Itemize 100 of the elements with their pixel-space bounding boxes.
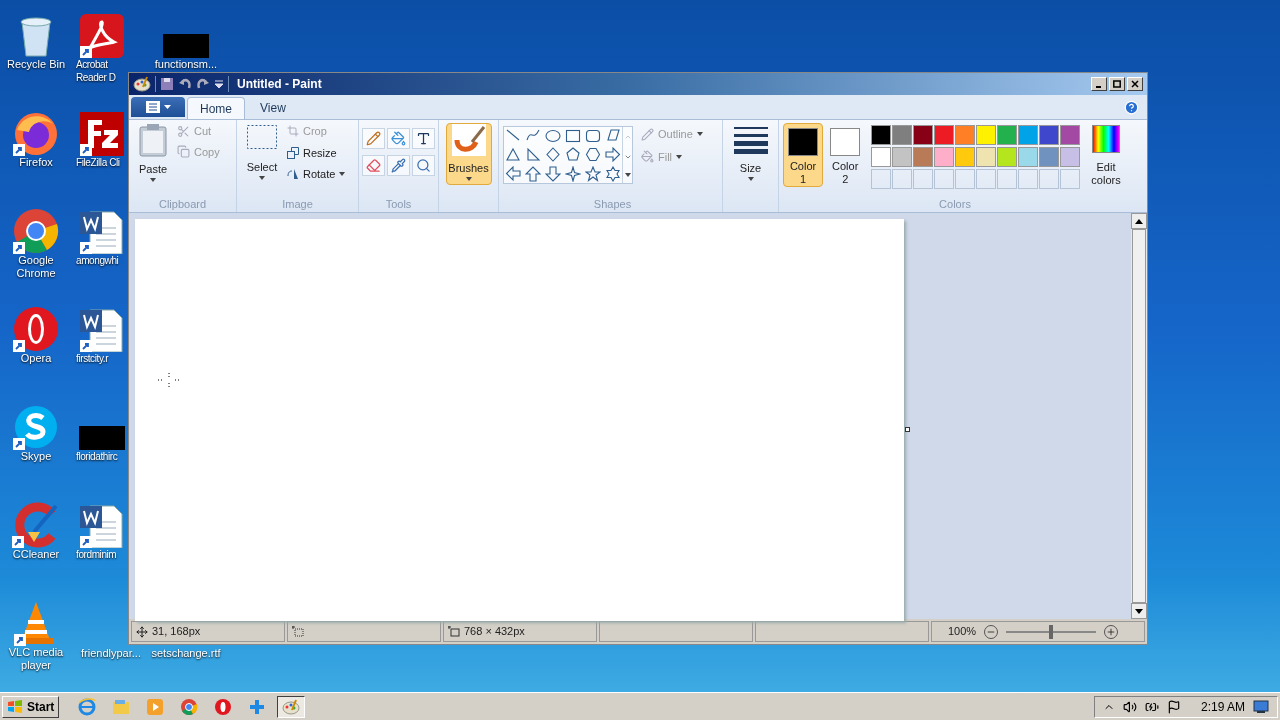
undo-icon[interactable] <box>178 77 192 91</box>
empty-swatch[interactable] <box>955 169 976 189</box>
chrome-icon[interactable] <box>180 697 199 716</box>
ribbon-tab[interactable]: Home <box>187 97 245 119</box>
rectangle-icon[interactable] <box>565 128 581 144</box>
maximize-button[interactable] <box>1109 77 1125 91</box>
palette-swatch[interactable] <box>934 125 955 145</box>
filezilla-icon[interactable] <box>80 112 124 156</box>
desktop-icon-label[interactable]: firstcity.r <box>76 352 109 365</box>
empty-swatch[interactable] <box>1018 169 1039 189</box>
desktop-icon-label[interactable]: functionsm... <box>154 58 218 71</box>
desktop-icon-label[interactable]: Firefox <box>19 156 53 169</box>
color-button[interactable]: Color 1 <box>783 123 824 187</box>
desktop-icon-label[interactable]: CCleaner <box>12 548 60 561</box>
edit-colors-button[interactable]: Edit colors <box>1085 123 1127 196</box>
left-arrow-icon[interactable] <box>505 166 521 182</box>
empty-swatch[interactable] <box>871 169 892 189</box>
empty-swatch[interactable] <box>892 169 913 189</box>
zoom-slider-thumb[interactable] <box>1049 624 1054 639</box>
dropdown-icon[interactable] <box>214 79 224 89</box>
oval-icon[interactable] <box>545 128 561 144</box>
empty-swatch[interactable] <box>997 169 1018 189</box>
desktop-icon-label[interactable]: Acrobat Reader D <box>76 58 128 84</box>
magnifier-tool-button[interactable] <box>412 155 435 176</box>
minimize-button[interactable] <box>1091 77 1107 91</box>
desktop-icon-label[interactable]: Google Chrome <box>0 254 72 280</box>
brushes-button[interactable]: Brushes <box>445 123 492 185</box>
document-icon[interactable] <box>80 502 124 548</box>
paste-button[interactable]: Paste <box>133 123 173 196</box>
empty-swatch[interactable] <box>913 169 934 189</box>
hexagon-icon[interactable] <box>585 147 601 163</box>
empty-swatch[interactable] <box>934 169 955 189</box>
palette-swatch[interactable] <box>913 125 934 145</box>
document-icon[interactable] <box>80 306 124 352</box>
polygon-icon[interactable] <box>605 128 621 144</box>
palette-swatch[interactable] <box>1060 125 1081 145</box>
right-arrow-icon[interactable] <box>605 147 621 163</box>
palette-swatch[interactable] <box>1039 147 1060 167</box>
empty-swatch[interactable] <box>1060 169 1081 189</box>
flag-icon[interactable] <box>1166 699 1181 714</box>
scroll-down-button[interactable] <box>1131 603 1147 619</box>
palette-swatch[interactable] <box>1018 147 1039 167</box>
palette-swatch[interactable] <box>913 147 934 167</box>
palette-swatch[interactable] <box>976 125 997 145</box>
redacted-thumbnail-icon[interactable] <box>163 34 209 58</box>
palette-swatch[interactable] <box>997 125 1018 145</box>
eraser-tool-button[interactable] <box>362 155 385 176</box>
chrome-icon[interactable] <box>13 208 59 254</box>
empty-swatch[interactable] <box>1039 169 1060 189</box>
taskbar-button[interactable] <box>277 695 306 718</box>
pencil-tool-button[interactable] <box>362 128 385 149</box>
ribbon-tab[interactable]: View <box>247 97 299 119</box>
file-menu-button[interactable] <box>131 97 185 117</box>
palette-swatch[interactable] <box>997 147 1018 167</box>
diamond-icon[interactable] <box>545 147 561 163</box>
monitor-icon[interactable] <box>1253 699 1269 714</box>
scrollbar-thumb[interactable] <box>1132 229 1146 603</box>
help-icon[interactable] <box>1124 99 1139 115</box>
desktop-icon-label[interactable]: fordminim <box>76 548 117 561</box>
ccleaner-icon[interactable] <box>12 502 60 548</box>
desktop-icon-label[interactable]: floridathirc <box>76 450 118 463</box>
start-button[interactable]: Start <box>2 695 60 718</box>
redacted-thumbnail-icon[interactable] <box>79 426 125 450</box>
zoom-slider[interactable] <box>1006 624 1097 639</box>
palette-swatch[interactable] <box>955 147 976 167</box>
scroll-up-button[interactable] <box>1131 213 1147 229</box>
document-icon[interactable] <box>80 208 124 254</box>
palette-swatch[interactable] <box>871 147 892 167</box>
five-point-star-icon[interactable] <box>585 166 601 182</box>
opera-icon[interactable] <box>214 697 233 716</box>
desktop-icon-label[interactable]: Recycle Bin <box>6 58 66 71</box>
color-picker-tool-button[interactable] <box>387 155 410 176</box>
up-arrow-icon[interactable] <box>525 166 541 182</box>
desktop-icon-label[interactable]: Skype <box>20 450 52 463</box>
plus-icon[interactable] <box>248 697 267 716</box>
triangle-icon[interactable] <box>505 147 521 163</box>
close-button[interactable] <box>1127 77 1143 91</box>
palette-swatch[interactable] <box>892 125 913 145</box>
pdf-icon[interactable] <box>80 14 124 58</box>
clock[interactable]: 2:19 AM <box>1200 697 1245 716</box>
desktop-icon-label[interactable]: FileZilla Cli <box>76 156 120 169</box>
palette-swatch[interactable] <box>892 147 913 167</box>
size-button[interactable]: Size <box>733 126 768 181</box>
volume-icon[interactable] <box>1122 699 1137 714</box>
palette-swatch[interactable] <box>955 125 976 145</box>
resize-handle[interactable] <box>905 427 910 432</box>
palette-swatch[interactable] <box>1018 125 1039 145</box>
globe-icon[interactable] <box>78 697 97 716</box>
palette-swatch[interactable] <box>871 125 892 145</box>
firefox-icon[interactable] <box>13 110 59 156</box>
empty-swatch[interactable] <box>976 169 997 189</box>
color-button[interactable]: Color 2 <box>825 123 866 187</box>
pentagon-icon[interactable] <box>565 147 581 163</box>
down-arrow-icon[interactable] <box>545 166 561 182</box>
redo-icon[interactable] <box>196 77 210 91</box>
text-tool-button[interactable] <box>412 128 435 149</box>
palette-swatch[interactable] <box>1060 147 1081 167</box>
skype-icon[interactable] <box>13 404 59 450</box>
select-button[interactable]: Select <box>245 123 279 196</box>
palette-swatch[interactable] <box>934 147 955 167</box>
